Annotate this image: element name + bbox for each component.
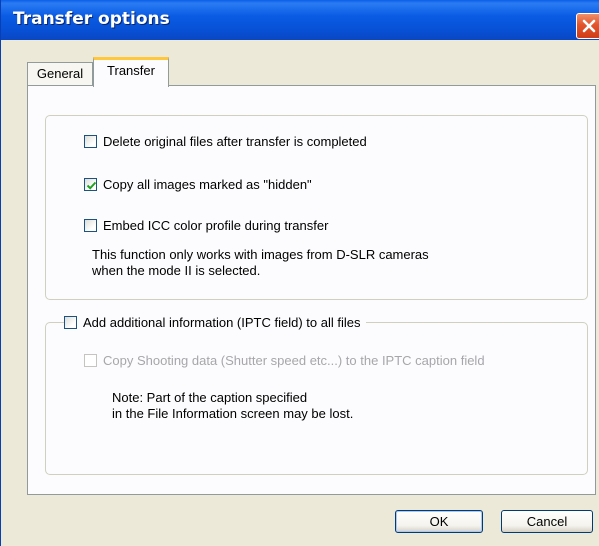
iptc-note: Note: Part of the caption specified in t…: [112, 390, 353, 422]
transfer-options-dialog: Transfer options General Transfer Delete…: [0, 0, 599, 546]
iptc-note-line-2: in the File Information screen may be lo…: [112, 406, 354, 421]
copy-hidden-checkbox[interactable]: [84, 178, 97, 191]
add-iptc-checkbox[interactable]: [64, 316, 77, 329]
copy-shooting-label: Copy Shooting data (Shutter speed etc...…: [103, 353, 485, 368]
transfer-tab-panel: Delete original files after transfer is …: [27, 85, 596, 495]
window-title: Transfer options: [13, 9, 170, 29]
checkmark-icon: [86, 181, 97, 190]
title-bar[interactable]: Transfer options: [1, 0, 599, 40]
iptc-group-header: Add additional information (IPTC field) …: [64, 315, 367, 330]
add-iptc-checkbox-row[interactable]: Add additional information (IPTC field) …: [64, 315, 360, 330]
copy-hidden-label: Copy all images marked as "hidden": [103, 177, 312, 192]
tab-general[interactable]: General: [27, 62, 93, 86]
embed-icc-checkbox[interactable]: [84, 219, 97, 232]
icc-note-line-1: This function only works with images fro…: [92, 247, 429, 262]
icc-note-line-2: when the mode II is selected.: [92, 263, 261, 278]
tab-transfer[interactable]: Transfer: [93, 57, 169, 87]
icc-note: This function only works with images fro…: [92, 247, 429, 279]
delete-original-checkbox[interactable]: [84, 135, 97, 148]
ok-button[interactable]: OK: [395, 510, 483, 533]
close-icon: [582, 19, 596, 33]
close-button[interactable]: [576, 13, 599, 39]
embed-icc-label: Embed ICC color profile during transfer: [103, 218, 329, 233]
copy-shooting-checkbox: [84, 354, 97, 367]
delete-original-label: Delete original files after transfer is …: [103, 134, 367, 149]
add-iptc-label: Add additional information (IPTC field) …: [83, 315, 361, 330]
delete-original-checkbox-row[interactable]: Delete original files after transfer is …: [84, 134, 367, 149]
cancel-button[interactable]: Cancel: [501, 510, 593, 533]
copy-hidden-checkbox-row[interactable]: Copy all images marked as "hidden": [84, 177, 312, 192]
iptc-note-line-1: Note: Part of the caption specified: [112, 390, 308, 405]
embed-icc-checkbox-row[interactable]: Embed ICC color profile during transfer: [84, 218, 328, 233]
copy-shooting-checkbox-row: Copy Shooting data (Shutter speed etc...…: [84, 353, 485, 368]
